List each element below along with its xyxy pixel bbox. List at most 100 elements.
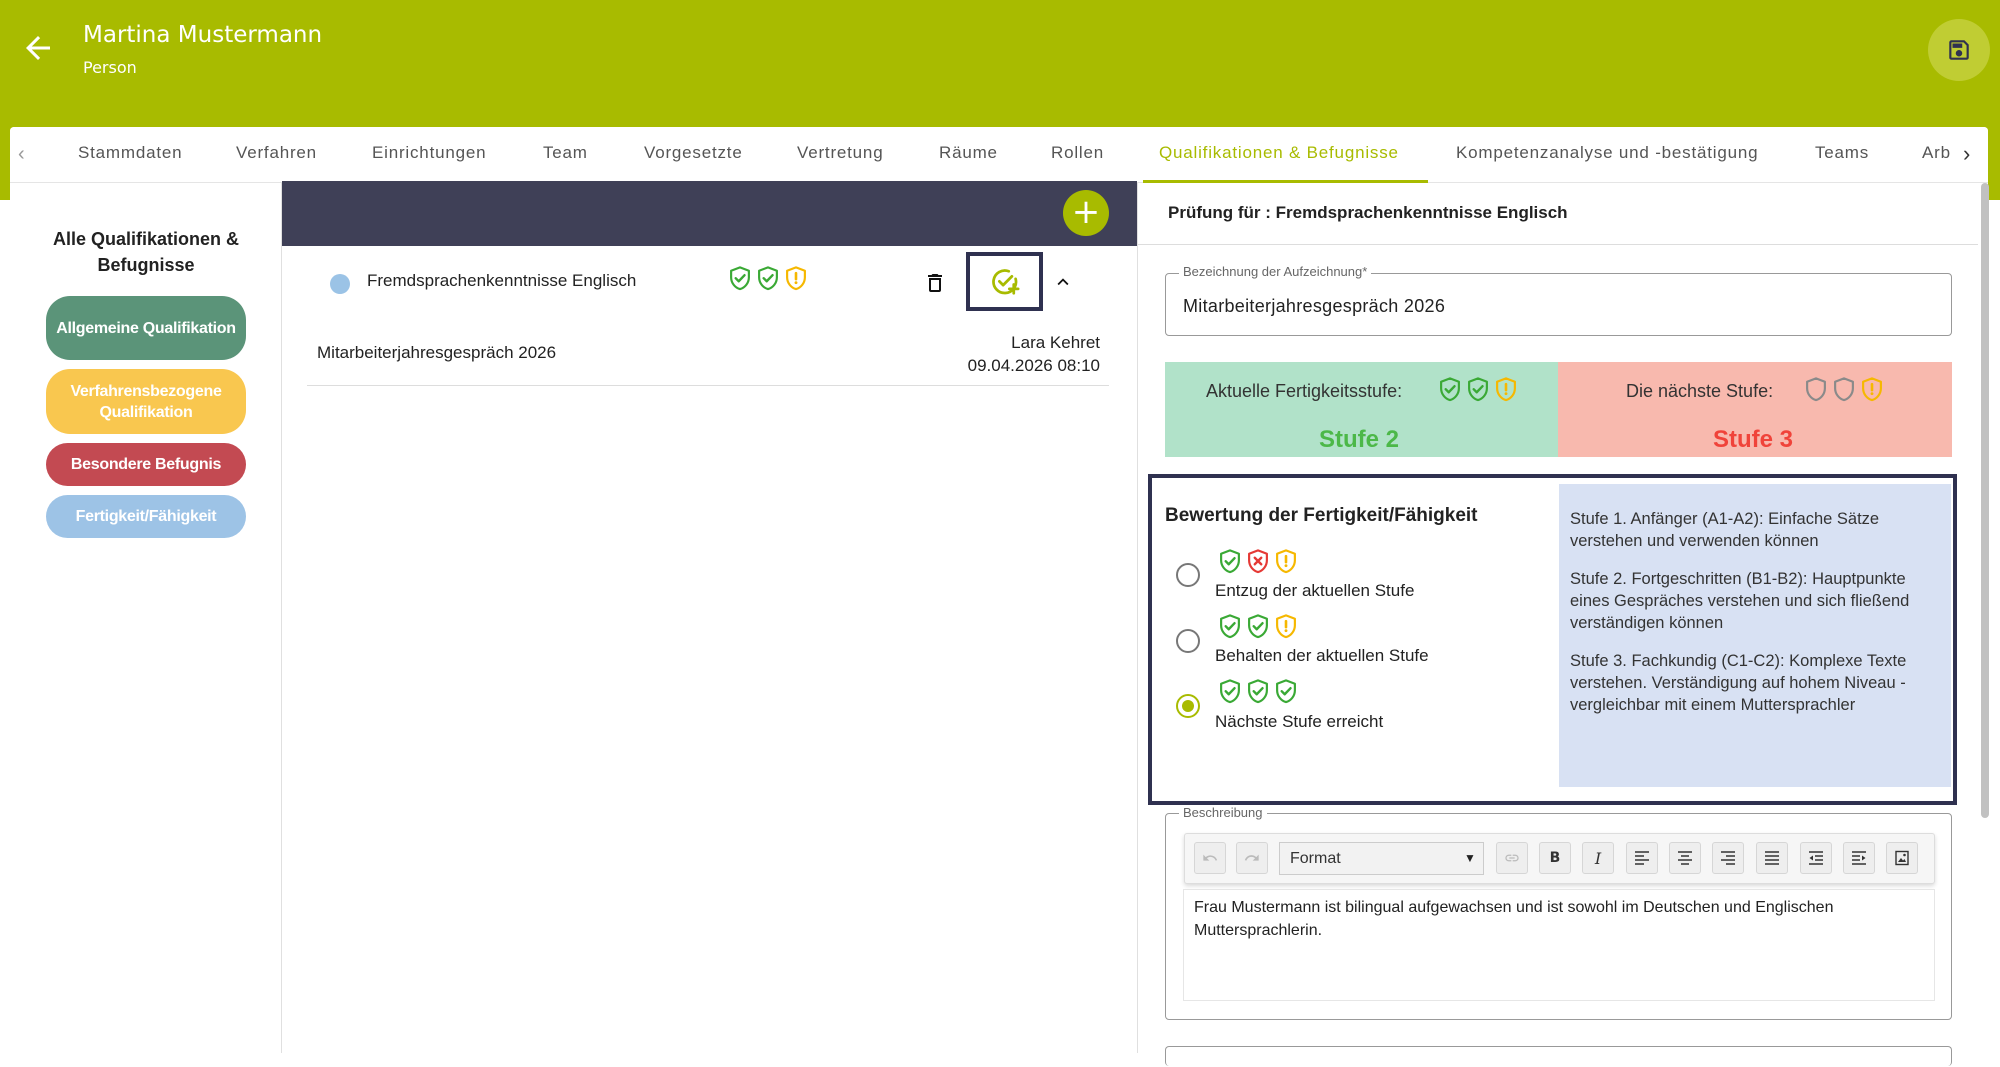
shield-check-green-icon xyxy=(1217,548,1243,574)
shield-empty-grey-icon xyxy=(1803,376,1829,402)
shield-exclaim-yellow-icon xyxy=(1493,376,1519,402)
shield-check-green-icon xyxy=(1437,376,1463,402)
tab-vertretung[interactable]: Vertretung xyxy=(797,143,883,163)
next-field xyxy=(1165,1046,1952,1066)
option-label-behalten[interactable]: Behalten der aktuellen Stufe xyxy=(1215,646,1429,666)
filter-pill-allgemeine[interactable]: Allgemeine Qualifikation xyxy=(46,296,246,360)
align-center-icon[interactable] xyxy=(1669,842,1701,874)
check-circle-plus-icon xyxy=(991,268,1019,295)
dropdown-arrow-icon: ▼ xyxy=(1464,851,1476,865)
shield-empty-grey-icon xyxy=(1831,376,1857,402)
image-icon[interactable] xyxy=(1886,842,1918,874)
level-info-2: Stufe 2. Fortgeschritten (B1-B2): Hauptp… xyxy=(1570,570,1910,632)
shield-check-green-icon xyxy=(1273,678,1299,704)
level-info-1: Stufe 1. Anfänger (A1-A2): Einfache Sätz… xyxy=(1570,510,1880,550)
shield-check-green-icon xyxy=(1217,613,1243,639)
list-header-bar xyxy=(282,181,1137,246)
tab-raeume[interactable]: Räume xyxy=(939,143,998,163)
format-select[interactable]: Format xyxy=(1279,842,1484,875)
save-button[interactable] xyxy=(1928,19,1990,81)
option-shields xyxy=(1217,613,1299,639)
levels-info-box: Stufe 1. Anfänger (A1-A2): Einfache Sätz… xyxy=(1559,484,1951,787)
trash-icon xyxy=(928,274,942,292)
option-label-entzug[interactable]: Entzug der aktuellen Stufe xyxy=(1215,581,1414,601)
bold-icon[interactable]: B xyxy=(1539,842,1571,874)
rating-title: Bewertung der Fertigkeit/Fähigkeit xyxy=(1165,505,1478,526)
shield-check-green-icon xyxy=(1245,613,1271,639)
outdent-icon[interactable] xyxy=(1800,842,1832,874)
tab-team[interactable]: Team xyxy=(543,143,588,163)
tab-verfahren[interactable]: Verfahren xyxy=(236,143,317,163)
qualification-title: Fremdsprachenkenntnisse Englisch xyxy=(367,271,637,290)
undo-icon[interactable] xyxy=(1194,842,1226,874)
align-left-icon[interactable] xyxy=(1626,842,1658,874)
shield-exclaim-yellow-icon xyxy=(783,265,809,291)
tab-kompetenzanalyse[interactable]: Kompetenzanalyse und -bestätigung xyxy=(1456,143,1758,163)
next-level-shields xyxy=(1803,376,1885,402)
indent-icon[interactable] xyxy=(1843,842,1875,874)
chevron-up-icon xyxy=(1057,278,1069,286)
record-date: 09.04.2026 08:10 xyxy=(967,356,1100,375)
tab-einrichtungen[interactable]: Einrichtungen xyxy=(372,143,486,163)
option-shields xyxy=(1217,678,1299,704)
record-name-label: Bezeichnung der Aufzeichnung* xyxy=(1179,264,1372,279)
current-level-label: Aktuelle Fertigkeitsstufe: xyxy=(1206,381,1403,401)
category-dot xyxy=(330,274,350,294)
delete-button[interactable] xyxy=(923,270,947,296)
tab-vorgesetzte[interactable]: Vorgesetzte xyxy=(644,143,743,163)
shield-check-green-icon xyxy=(727,265,753,291)
tab-teams[interactable]: Teams xyxy=(1815,143,1869,163)
tabs-scroll-left-button[interactable]: ‹ xyxy=(18,143,25,166)
shield-check-green-icon xyxy=(1245,678,1271,704)
tabs-scroll-right-button[interactable]: › xyxy=(1963,141,1970,167)
shield-exclaim-yellow-icon xyxy=(1859,376,1885,402)
shield-cross-red-icon xyxy=(1245,548,1271,574)
page-title: Martina Mustermann xyxy=(83,22,323,48)
scrollbar[interactable] xyxy=(1981,183,1989,818)
option-shields xyxy=(1217,548,1299,574)
collapse-button[interactable] xyxy=(1052,271,1074,293)
save-icon xyxy=(1949,40,1969,60)
italic-icon[interactable]: I xyxy=(1582,842,1614,874)
description-label: Beschreibung xyxy=(1179,805,1267,820)
filter-pill-fertigkeit[interactable]: Fertigkeit/Fähigkeit xyxy=(46,495,246,538)
tab-rollen[interactable]: Rollen xyxy=(1051,143,1104,163)
divider xyxy=(1138,244,1978,245)
align-justify-icon[interactable] xyxy=(1756,842,1788,874)
page-subtitle: Person xyxy=(83,58,137,77)
radio-naechste-stufe[interactable] xyxy=(1176,694,1200,718)
shield-exclaim-yellow-icon xyxy=(1273,613,1299,639)
add-button[interactable]: + xyxy=(1063,190,1109,236)
tab-arb[interactable]: Arb xyxy=(1922,143,1951,163)
filter-pill-verfahrensbezogene[interactable]: Verfahrensbezogene Qualifikation xyxy=(46,369,246,434)
next-level-label: Die nächste Stufe: xyxy=(1626,381,1774,401)
record-name-input[interactable] xyxy=(1183,296,1943,317)
record-name[interactable]: Mitarbeiterjahresgespräch 2026 xyxy=(317,343,556,363)
filter-pill-besondere-befugnis[interactable]: Besondere Befugnis xyxy=(46,443,246,486)
back-button[interactable] xyxy=(20,30,56,66)
shield-check-green-icon xyxy=(755,265,781,291)
tab-qualifikationen[interactable]: Qualifikationen & Befugnisse xyxy=(1159,143,1399,163)
detail-title: Prüfung für : Fremdsprachenkenntnisse En… xyxy=(1168,203,1568,222)
divider xyxy=(307,385,1109,386)
current-level-value: Stufe 2 xyxy=(1319,426,1400,453)
arrow-left-icon xyxy=(26,36,50,60)
record-author: Lara Kehret xyxy=(1011,333,1100,352)
shield-exclaim-yellow-icon xyxy=(1273,548,1299,574)
option-label-naechste-stufe[interactable]: Nächste Stufe erreicht xyxy=(1215,712,1383,732)
redo-icon[interactable] xyxy=(1236,842,1268,874)
filter-title: Alle Qualifikationen & Befugnisse xyxy=(52,229,240,275)
radio-entzug[interactable] xyxy=(1176,563,1200,587)
next-level-value: Stufe 3 xyxy=(1713,426,1794,453)
link-icon[interactable] xyxy=(1496,842,1528,874)
align-right-icon[interactable] xyxy=(1712,842,1744,874)
add-assessment-button[interactable] xyxy=(966,252,1043,311)
shield-check-green-icon xyxy=(1217,678,1243,704)
shield-check-green-icon xyxy=(1465,376,1491,402)
current-level-shields xyxy=(1437,376,1519,402)
tab-stammdaten[interactable]: Stammdaten xyxy=(78,143,182,163)
status-shields xyxy=(727,265,809,291)
level-info-3: Stufe 3. Fachkundig (C1-C2): Komplexe Te… xyxy=(1570,652,1907,714)
radio-behalten[interactable] xyxy=(1176,629,1200,653)
description-editor[interactable]: Frau Mustermann ist bilingual aufgewachs… xyxy=(1183,889,1935,1001)
